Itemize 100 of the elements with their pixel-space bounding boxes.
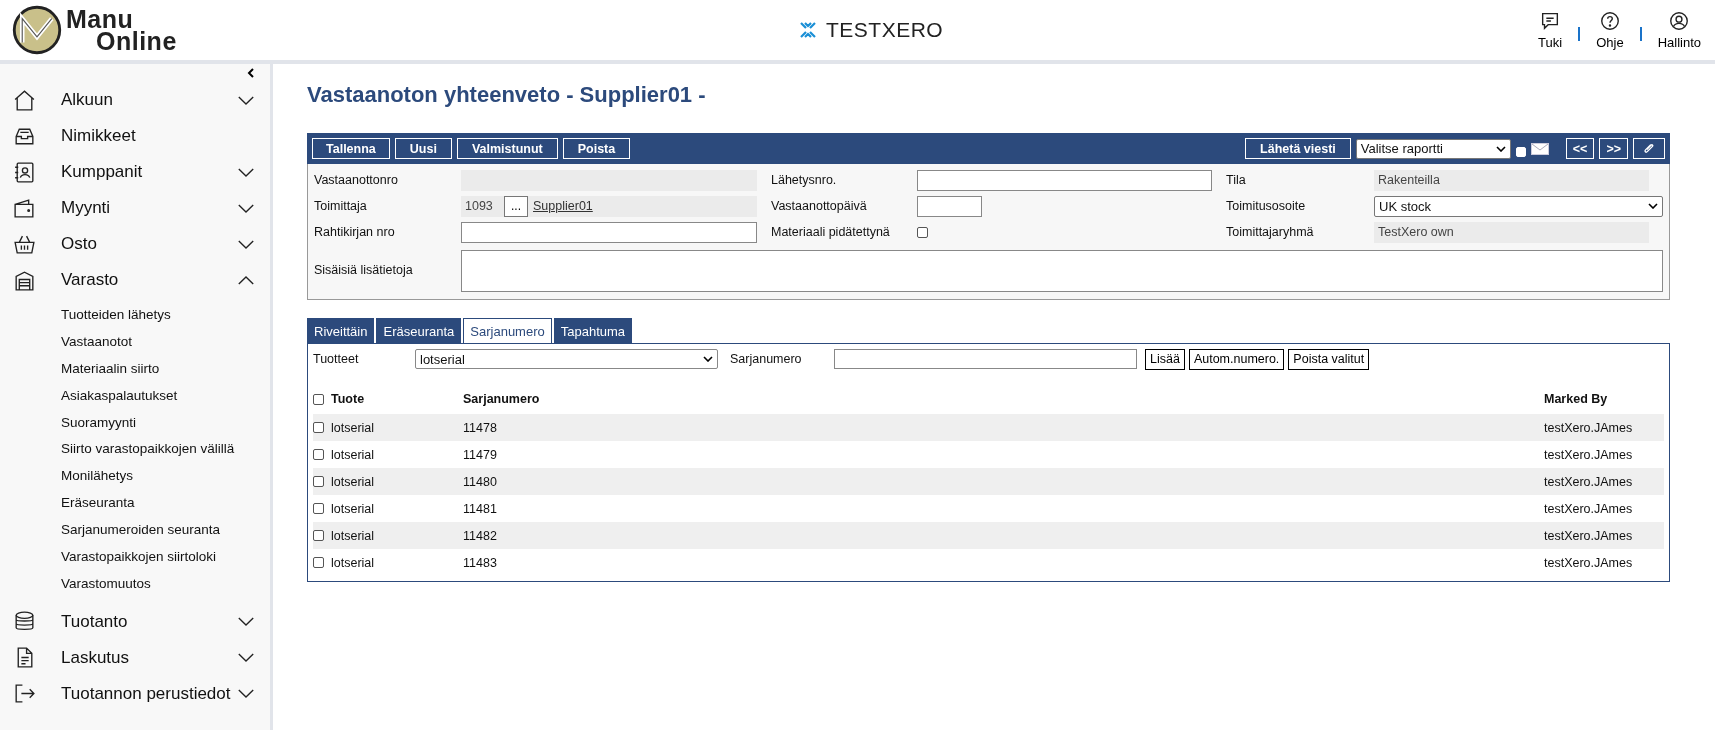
report-select[interactable]: Valitse raportti bbox=[1355, 138, 1511, 159]
toolbar-button[interactable]: Poista bbox=[562, 138, 631, 159]
field-label: Vastaanottopäivä bbox=[771, 198, 868, 215]
envelope-icon bbox=[1530, 142, 1549, 155]
table-cell: testXero.JAmes bbox=[1544, 501, 1633, 516]
contact-book-icon bbox=[12, 159, 37, 185]
toolbar-button[interactable]: Valmistunut bbox=[456, 138, 558, 159]
field-label: Lähetysnro. bbox=[771, 172, 838, 189]
readonly-field: TestXero own bbox=[1374, 221, 1649, 243]
chevron-down-icon bbox=[237, 202, 255, 214]
panel-button[interactable]: Autom.numero. bbox=[1188, 348, 1285, 370]
sidebar-item[interactable]: Myynti bbox=[0, 190, 270, 226]
chevron-down-icon bbox=[237, 652, 255, 664]
sidebar-item[interactable]: Laskutus bbox=[0, 639, 270, 676]
table-cell: 11480 bbox=[463, 474, 497, 489]
row-checkbox[interactable] bbox=[313, 503, 324, 514]
panel-button[interactable]: Poista valitut bbox=[1288, 348, 1370, 370]
table-cell: lotserial bbox=[331, 420, 375, 435]
tab[interactable]: Tapahtuma bbox=[553, 318, 633, 343]
row-checkbox[interactable] bbox=[313, 530, 324, 541]
nav-button[interactable]: << bbox=[1565, 138, 1595, 159]
nav-button[interactable]: >> bbox=[1599, 138, 1628, 159]
header-action[interactable]: Ohje bbox=[1594, 10, 1626, 50]
field-label: Materiaali pidätettynä bbox=[771, 224, 891, 241]
table-cell: lotserial bbox=[331, 528, 375, 543]
field-label: Toimitusosoite bbox=[1226, 198, 1307, 215]
user-icon bbox=[1668, 10, 1691, 32]
logo-text: Manu bbox=[66, 8, 134, 30]
row-checkbox[interactable] bbox=[313, 557, 324, 568]
sidebar-item[interactable]: Kumppanit bbox=[0, 154, 270, 190]
reserved-checkbox[interactable] bbox=[917, 226, 928, 238]
sidebar-subitem[interactable]: Tuotteiden lähetys bbox=[61, 302, 270, 329]
page-title: Vastaanoton yhteenveto - Supplier01 - bbox=[307, 82, 707, 108]
table-cell: lotserial bbox=[331, 501, 375, 516]
home-icon bbox=[12, 87, 37, 113]
table-cell: testXero.JAmes bbox=[1544, 555, 1633, 570]
sidebar-subitem[interactable]: Monilähetys bbox=[61, 463, 270, 491]
input-field[interactable] bbox=[917, 169, 1212, 191]
table-cell: testXero.JAmes bbox=[1544, 447, 1633, 462]
sidebar-subitem[interactable]: Vastaanotot bbox=[61, 328, 270, 356]
field-label: Sisäisiä lisätietoja bbox=[314, 262, 414, 279]
help-icon bbox=[1598, 10, 1621, 32]
row-checkbox[interactable] bbox=[313, 422, 324, 433]
product-select[interactable]: lotserial bbox=[415, 349, 718, 369]
sidebar-subitem[interactable]: Asiakaspalautukset bbox=[61, 382, 270, 410]
tab[interactable]: Eräseuranta bbox=[376, 318, 462, 343]
sidebar-subitem[interactable]: Eräseuranta bbox=[61, 490, 270, 518]
sidebar-subitem[interactable]: Siirto varastopaikkojen välillä bbox=[61, 436, 270, 464]
sidebar-subitem[interactable]: Materiaalin siirto bbox=[61, 355, 270, 383]
lookup-button[interactable]: ... bbox=[504, 195, 528, 217]
panel-button[interactable]: Lisää bbox=[1145, 348, 1185, 370]
sidebar-subitem[interactable]: Sarjanumeroiden seuranta bbox=[61, 517, 270, 544]
toolbar-button[interactable]: Tallenna bbox=[312, 138, 390, 159]
sidebar-item[interactable]: Tuotanto bbox=[0, 603, 270, 640]
field-label: Tuotteet bbox=[313, 352, 360, 366]
sidebar-item[interactable]: Varasto bbox=[0, 262, 270, 298]
field-label: Rahtikirjan nro bbox=[314, 224, 396, 241]
sidebar-subitem[interactable]: Suoramyynti bbox=[61, 409, 270, 437]
field-label: Tila bbox=[1226, 172, 1247, 189]
send-message-button[interactable]: Lähetä viesti bbox=[1245, 138, 1351, 159]
sidebar-subitem[interactable]: Varastopaikkojen siirtoloki bbox=[61, 544, 270, 571]
column-header: Sarjanumero bbox=[463, 392, 540, 406]
supplier-link[interactable]: Supplier01 bbox=[533, 199, 593, 213]
chevron-up-icon bbox=[237, 274, 255, 286]
attachment-button[interactable] bbox=[1633, 138, 1665, 159]
table-cell: testXero.JAmes bbox=[1544, 474, 1633, 489]
date-field[interactable] bbox=[917, 195, 982, 217]
table-cell: lotserial bbox=[331, 447, 375, 462]
sidebar-item[interactable]: Nimikkeet bbox=[0, 118, 270, 154]
table-cell: testXero.JAmes bbox=[1544, 528, 1633, 543]
chevron-down-icon bbox=[237, 238, 255, 250]
serial-input[interactable] bbox=[834, 349, 1137, 369]
sidebar-item[interactable]: Tuotannon perustiedot bbox=[0, 675, 270, 712]
sidebar-subitem[interactable]: Varastomuutos bbox=[61, 570, 270, 598]
email-checkbox[interactable] bbox=[1515, 146, 1526, 157]
toolbar-button[interactable]: Uusi bbox=[394, 138, 452, 159]
sidebar-item[interactable]: Alkuun bbox=[0, 82, 270, 118]
notes-field[interactable] bbox=[461, 250, 1663, 292]
sidebar-item[interactable]: Osto bbox=[0, 226, 270, 262]
address-select[interactable]: UK stock bbox=[1374, 195, 1663, 217]
collapse-icon[interactable] bbox=[246, 68, 256, 78]
readonly-field: Rakenteilla bbox=[1374, 169, 1649, 191]
table-cell: 11482 bbox=[463, 528, 497, 543]
field-label: Toimittajaryhmä bbox=[1226, 224, 1315, 241]
header-action[interactable]: Tuki bbox=[1536, 10, 1565, 50]
tab[interactable]: Riveittäin bbox=[307, 318, 375, 343]
chevron-down-icon bbox=[237, 94, 255, 106]
logo-icon bbox=[12, 5, 62, 55]
tab[interactable]: Sarjanumero bbox=[463, 318, 552, 343]
chevron-down-icon bbox=[237, 166, 255, 178]
row-checkbox[interactable] bbox=[313, 449, 324, 460]
table-cell: testXero.JAmes bbox=[1544, 420, 1633, 435]
input-field[interactable] bbox=[461, 221, 757, 243]
field-label: Vastaanottonro bbox=[314, 172, 399, 189]
row-checkbox[interactable] bbox=[313, 476, 324, 487]
select-all-checkbox[interactable] bbox=[313, 393, 324, 405]
table-cell: lotserial bbox=[331, 555, 375, 570]
header-action[interactable]: Hallinto bbox=[1655, 10, 1703, 50]
paperclip-icon bbox=[1642, 141, 1656, 156]
table-cell: 11479 bbox=[463, 447, 497, 462]
